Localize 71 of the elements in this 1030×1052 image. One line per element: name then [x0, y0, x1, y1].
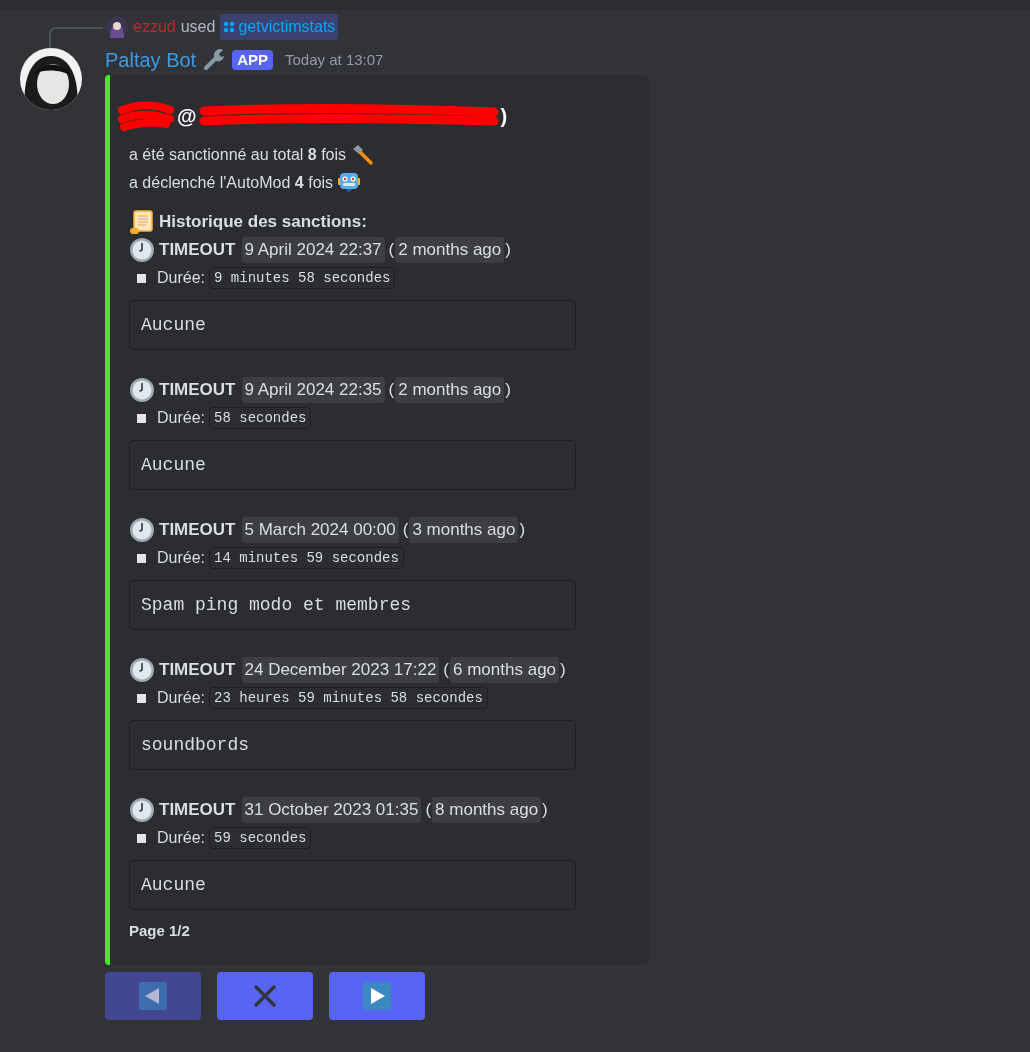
duration-label: Durée:: [157, 268, 206, 288]
close-paren: ): [505, 379, 511, 402]
sanction-date: 24 December 2023 17:22: [241, 657, 440, 683]
duration-value: 59 secondes: [209, 827, 312, 849]
robot-icon: [337, 171, 362, 195]
sanction-relative-time: 6 months ago: [450, 657, 560, 683]
bullet-icon: [137, 553, 146, 563]
open-paren: (: [425, 799, 432, 822]
duration-value: 23 heures 59 minutes 58 secondes: [209, 687, 488, 709]
clock-icon: [129, 517, 155, 543]
history-heading: Historique des sanctions:: [159, 211, 367, 234]
sanction-relative-time: 3 months ago: [409, 517, 519, 543]
duration-label: Durée:: [157, 408, 206, 428]
duration-value: 14 minutes 59 secondes: [209, 547, 404, 569]
redaction-scribble: [117, 100, 175, 132]
summary-text: a déclenché l'AutoMod 4 fois: [129, 173, 334, 193]
clock-icon: [129, 237, 155, 263]
next-page-button[interactable]: [329, 971, 425, 1020]
sanction-relative-time: 2 months ago: [395, 237, 505, 263]
reason-code-block: Aucune: [129, 860, 576, 910]
embed-footer: Page 1/2: [129, 920, 633, 943]
embed-title-fragment: ): [500, 104, 508, 129]
close-paren: ): [560, 659, 566, 682]
duration-value: 58 secondes: [209, 407, 312, 429]
open-paren: (: [402, 519, 409, 542]
bullet-icon: [137, 413, 146, 423]
reason-code-block: soundbords: [129, 720, 576, 770]
clock-icon: [129, 797, 155, 823]
duration-label: Durée:: [157, 828, 206, 848]
reply-username[interactable]: ezzud: [133, 15, 176, 39]
bullet-icon: [137, 693, 146, 703]
reason-code-block: Spam ping modo et membres: [129, 580, 576, 630]
sanction-type: TIMEOUT: [159, 239, 236, 262]
reason-code-block: Aucune: [129, 300, 576, 350]
bullet-icon: [137, 273, 146, 283]
sanction-relative-time: 8 months ago: [432, 797, 542, 823]
duration-value: 9 minutes 58 secondes: [209, 267, 396, 289]
reply-verb: used: [180, 17, 216, 37]
open-paren: (: [388, 379, 395, 402]
close-paren: ): [542, 799, 548, 822]
embed-title-fragment: @: [177, 104, 197, 129]
sanction-date: 31 October 2023 01:35: [241, 797, 422, 823]
close-paren: ): [505, 239, 511, 262]
author-name[interactable]: Paltay Bot: [105, 45, 197, 75]
message-timestamp: Today at 13:07: [285, 49, 384, 70]
clock-icon: [129, 657, 155, 683]
duration-label: Durée:: [157, 688, 206, 708]
reply-connector: [49, 26, 103, 48]
close-button[interactable]: [217, 971, 313, 1020]
sanction-date: 9 April 2024 22:35: [241, 377, 385, 403]
sanction-type: TIMEOUT: [159, 519, 236, 542]
sanction-date: 9 April 2024 22:37: [241, 237, 385, 263]
command-mention[interactable]: getvictimstats: [220, 14, 339, 40]
sanction-date: 5 March 2024 00:00: [241, 517, 399, 543]
wrench-icon: [202, 48, 227, 72]
sanction-type: TIMEOUT: [159, 799, 236, 822]
bullet-icon: [137, 833, 146, 843]
command-icon: [223, 21, 236, 33]
close-icon: [253, 983, 277, 1008]
reason-code-block: Aucune: [129, 440, 576, 490]
open-paren: (: [443, 659, 450, 682]
sanction-type: TIMEOUT: [159, 379, 236, 402]
scroll-icon: [129, 209, 155, 235]
sanction-relative-time: 2 months ago: [395, 377, 505, 403]
open-paren: (: [388, 239, 395, 262]
sanction-type: TIMEOUT: [159, 659, 236, 682]
duration-label: Durée:: [157, 548, 206, 568]
clock-icon: [129, 377, 155, 403]
app-badge: APP: [232, 50, 273, 70]
close-paren: ): [519, 519, 526, 542]
summary-text: a été sanctionné au total 8 fois: [129, 145, 347, 165]
